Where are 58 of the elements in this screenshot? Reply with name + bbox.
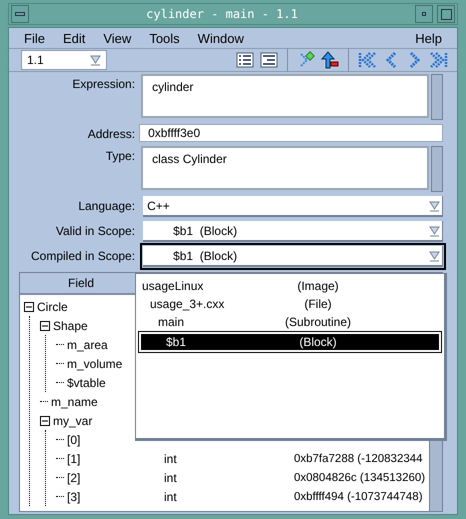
field-name[interactable]: $vtable <box>67 376 106 390</box>
value-cell: 0x0804826c (134513260) <box>294 472 426 484</box>
field-label: Compiled in Scope: <box>30 248 136 263</box>
field-name[interactable]: m_name <box>51 394 98 408</box>
scope-option[interactable]: usage_3+.cxx (File) <box>140 295 440 313</box>
dropdown-arrow-icon <box>89 53 103 67</box>
field-name[interactable]: Circle <box>37 300 68 314</box>
value-cell: 0xb7fa7288 (-120832344 <box>294 452 423 464</box>
field-name[interactable]: my_var <box>53 414 92 428</box>
window-menu-button[interactable] <box>11 5 29 23</box>
last-icon[interactable] <box>430 51 448 69</box>
language-dropdown[interactable]: C++ <box>143 196 443 217</box>
field-label: Address: <box>86 126 136 141</box>
scope-option[interactable]: usageLinux (Image) <box>140 277 440 295</box>
field-label: Valid in Scope: <box>54 223 136 238</box>
indent-list-icon[interactable] <box>260 52 278 68</box>
type-cell: int <box>164 490 177 504</box>
dropdown-arrow-icon <box>428 224 442 238</box>
field-name[interactable]: Shape <box>53 318 88 332</box>
scope-option[interactable]: $b1 (Block) <box>138 331 442 353</box>
value-cell: 0xbffff494 (-1073744748) <box>294 490 423 502</box>
field-label: Expression: <box>71 76 136 91</box>
field-name[interactable]: [1] <box>67 452 80 466</box>
collapse-icon[interactable] <box>40 320 50 330</box>
maximize-button[interactable] <box>437 5 455 23</box>
field-name[interactable]: [0] <box>67 432 80 446</box>
menu-item[interactable]: View <box>94 28 140 48</box>
step-out-icon[interactable] <box>321 51 339 69</box>
address-field[interactable]: 0xbffff3e0 <box>139 124 443 142</box>
first-icon[interactable] <box>358 51 376 69</box>
collapse-icon[interactable] <box>24 302 34 312</box>
menu-item[interactable]: Help <box>406 28 451 48</box>
field-name[interactable]: m_volume <box>67 356 122 370</box>
dropdown-arrow-icon <box>428 198 442 212</box>
type-cell: int <box>164 470 177 484</box>
field-label: Language: <box>77 198 136 213</box>
menu-item[interactable]: Edit <box>54 28 94 48</box>
field-name[interactable]: [3] <box>67 490 80 504</box>
frame-combo[interactable]: 1.1 <box>21 50 107 70</box>
scrollbar[interactable] <box>431 146 443 192</box>
list-icon[interactable] <box>236 52 254 68</box>
scrollbar[interactable] <box>431 74 443 120</box>
field-name[interactable]: [2] <box>67 470 80 484</box>
menu-item[interactable]: Window <box>188 28 253 48</box>
scope-option[interactable]: main (Subroutine) <box>140 313 440 331</box>
menu-item[interactable]: File <box>15 28 54 48</box>
field-name[interactable]: m_area <box>67 338 108 352</box>
scope-dropdown[interactable]: $b1 (Block) <box>143 246 443 267</box>
collapse-icon[interactable] <box>40 416 50 426</box>
menu-item[interactable]: Tools <box>140 28 189 48</box>
type-field[interactable]: class Cylinder <box>141 146 429 190</box>
minimize-button[interactable] <box>415 5 433 23</box>
type-cell: int <box>164 452 177 466</box>
scope-dropdown[interactable]: $b1 (Block) <box>143 221 443 242</box>
field-label: Type: <box>104 148 136 163</box>
dropdown-arrow-icon <box>428 248 442 262</box>
window-title: cylinder - main - 1.1 <box>145 7 299 21</box>
expression-field[interactable]: cylinder <box>141 74 429 118</box>
